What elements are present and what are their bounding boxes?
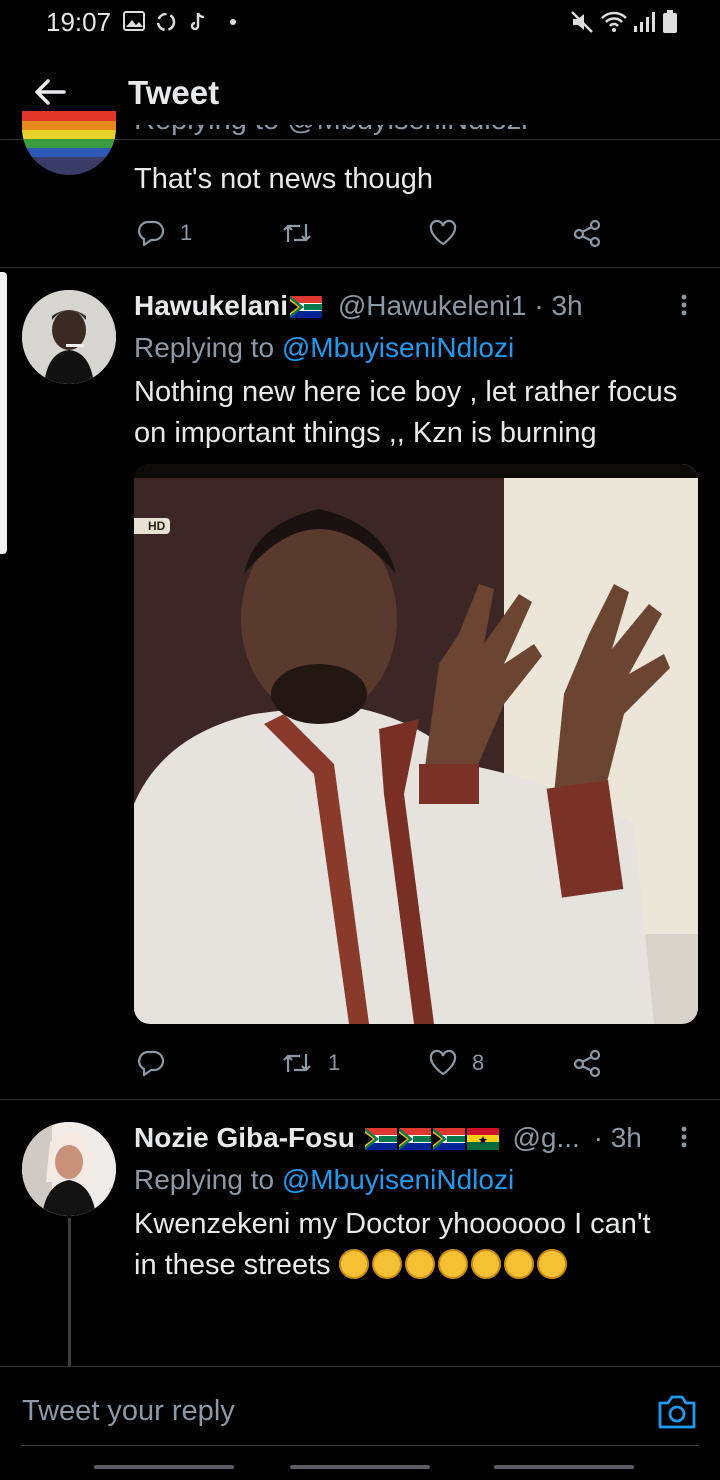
- like-button[interactable]: 8: [428, 1048, 484, 1078]
- south-africa-flag-icon: [398, 1128, 431, 1150]
- heart-icon: [429, 219, 457, 246]
- tweet-text-line: Nothing new here ice boy , let rather fo…: [134, 376, 678, 408]
- replying-to: Replying to @MbuyiseniNdlozi: [134, 332, 514, 364]
- reply-input[interactable]: Tweet your reply: [22, 1395, 235, 1428]
- arrow-left-icon: [35, 79, 66, 105]
- status-bar: 19:07: [0, 0, 720, 44]
- retweet-button[interactable]: [280, 218, 314, 248]
- replying-to-prefix: Replying to: [134, 332, 275, 363]
- more-notifications-icon: [230, 19, 236, 25]
- profile-photo: [22, 290, 116, 384]
- nav-home-gesture[interactable]: [290, 1465, 430, 1469]
- avatar[interactable]: [22, 111, 116, 175]
- reply-icon: [138, 1050, 165, 1077]
- previous-tweet[interactable]: Replying to @MbuyiseniNdlozi That's not …: [0, 111, 720, 267]
- rolling-laughing-emoji-icon: [470, 1249, 501, 1279]
- reply-composer: Tweet your reply: [0, 1366, 720, 1480]
- timestamp: · 3h: [593, 1122, 642, 1153]
- reply-button[interactable]: 1: [136, 218, 192, 248]
- heart-icon: [429, 1049, 457, 1076]
- replying-to-clipped: Replying to @MbuyiseniNdlozi: [134, 125, 528, 147]
- tweet-text: That's not news though: [134, 163, 433, 195]
- more-options-button[interactable]: [672, 292, 696, 322]
- rolling-laughing-emoji-icon: [404, 1249, 435, 1279]
- reply-icon: [138, 220, 165, 247]
- south-africa-flag-icon: [364, 1128, 397, 1150]
- battery-icon: [663, 10, 677, 33]
- mention-link[interactable]: @MbuyiseniNdlozi: [282, 1164, 514, 1195]
- south-africa-flag-icon: [432, 1128, 465, 1150]
- rolling-laughing-emoji-icon: [437, 1249, 468, 1279]
- more-vertical-icon: [681, 1126, 687, 1148]
- gallery-icon: [123, 11, 145, 31]
- tweet-hawukelani[interactable]: Hawukelani @Hawukeleni1 · 3h Replying to…: [0, 268, 720, 1098]
- rolling-laughing-emoji-icon: [503, 1249, 534, 1279]
- share-button[interactable]: [572, 1048, 602, 1078]
- share-button[interactable]: [572, 218, 602, 248]
- hd-badge: HD: [134, 518, 171, 534]
- share-icon: [573, 219, 601, 248]
- retweet-icon: [283, 224, 311, 242]
- ghana-flag-icon: [466, 1128, 499, 1150]
- mention-link[interactable]: @MbuyiseniNdlozi: [282, 332, 514, 363]
- retweet-button[interactable]: 1: [280, 1048, 340, 1078]
- tweet-nozie[interactable]: Nozie Giba-Fosu @g... · 3h Replying to @…: [0, 1100, 720, 1366]
- more-vertical-icon: [681, 294, 687, 316]
- south-africa-flag-icon: [290, 296, 323, 318]
- status-time: 19:07: [46, 7, 112, 37]
- reply-count: 1: [180, 220, 193, 245]
- like-button[interactable]: [428, 218, 458, 248]
- input-underline: [22, 1445, 698, 1446]
- timestamp: · 3h: [534, 290, 583, 321]
- replying-to: Replying to @MbuyiseniNdlozi: [134, 1164, 514, 1196]
- tweet-text-line: Kwenzekeni my Doctor yhoooooo I can't: [134, 1208, 651, 1240]
- camera-button[interactable]: [656, 1391, 698, 1433]
- replying-to-text: Replying to @MbuyiseniNdlozi: [134, 125, 528, 136]
- rolling-laughing-emoji-icon: [338, 1249, 369, 1279]
- photo-man-gesturing: [134, 464, 698, 1024]
- display-name[interactable]: Hawukelani: [134, 290, 288, 321]
- replying-to-prefix: Replying to: [134, 1164, 275, 1195]
- tweet-text: Nothing new here ice boy , let rather fo…: [134, 372, 677, 454]
- retweet-count: 1: [328, 1050, 341, 1075]
- user-handle[interactable]: @Hawukeleni1: [338, 290, 527, 321]
- retweet-icon: [283, 1054, 311, 1072]
- tweet-media-image[interactable]: HD: [134, 464, 698, 1024]
- thread-line: [68, 1218, 71, 1366]
- page-title: Tweet: [128, 74, 220, 111]
- more-options-button[interactable]: [672, 1124, 696, 1154]
- tweet-header: Hawukelani @Hawukeleni1 · 3h: [134, 290, 583, 322]
- back-button[interactable]: [30, 72, 70, 112]
- tweet-header: Nozie Giba-Fosu @g... · 3h: [134, 1122, 642, 1154]
- avatar[interactable]: [22, 1122, 116, 1216]
- tweet-text-segment: in these streets: [134, 1249, 331, 1281]
- tweet-text-line: on important things ,, Kzn is burning: [134, 417, 597, 449]
- avatar[interactable]: [22, 290, 116, 384]
- user-handle[interactable]: @g...: [512, 1122, 579, 1153]
- share-icon: [573, 1049, 601, 1078]
- tweet-text: Kwenzekeni my Doctor yhoooooo I can't in…: [134, 1204, 651, 1286]
- nav-back-gesture[interactable]: [94, 1465, 234, 1469]
- display-name[interactable]: Nozie Giba-Fosu: [134, 1122, 355, 1153]
- sync-icon: [156, 12, 176, 32]
- wifi-icon: [601, 11, 627, 32]
- profile-photo: [22, 1122, 116, 1216]
- rolling-laughing-emoji-icon: [536, 1249, 567, 1279]
- signal-icon: [634, 12, 655, 32]
- tweet-text-line: in these streets: [134, 1245, 651, 1286]
- mute-icon: [571, 11, 593, 33]
- laughing-emoji-row: [338, 1249, 570, 1281]
- rolling-laughing-emoji-icon: [371, 1249, 402, 1279]
- nav-recents-gesture[interactable]: [494, 1465, 634, 1469]
- reply-button[interactable]: [136, 1048, 180, 1078]
- like-count: 8: [472, 1050, 485, 1075]
- camera-icon: [658, 1395, 696, 1429]
- tiktok-icon: [190, 12, 205, 31]
